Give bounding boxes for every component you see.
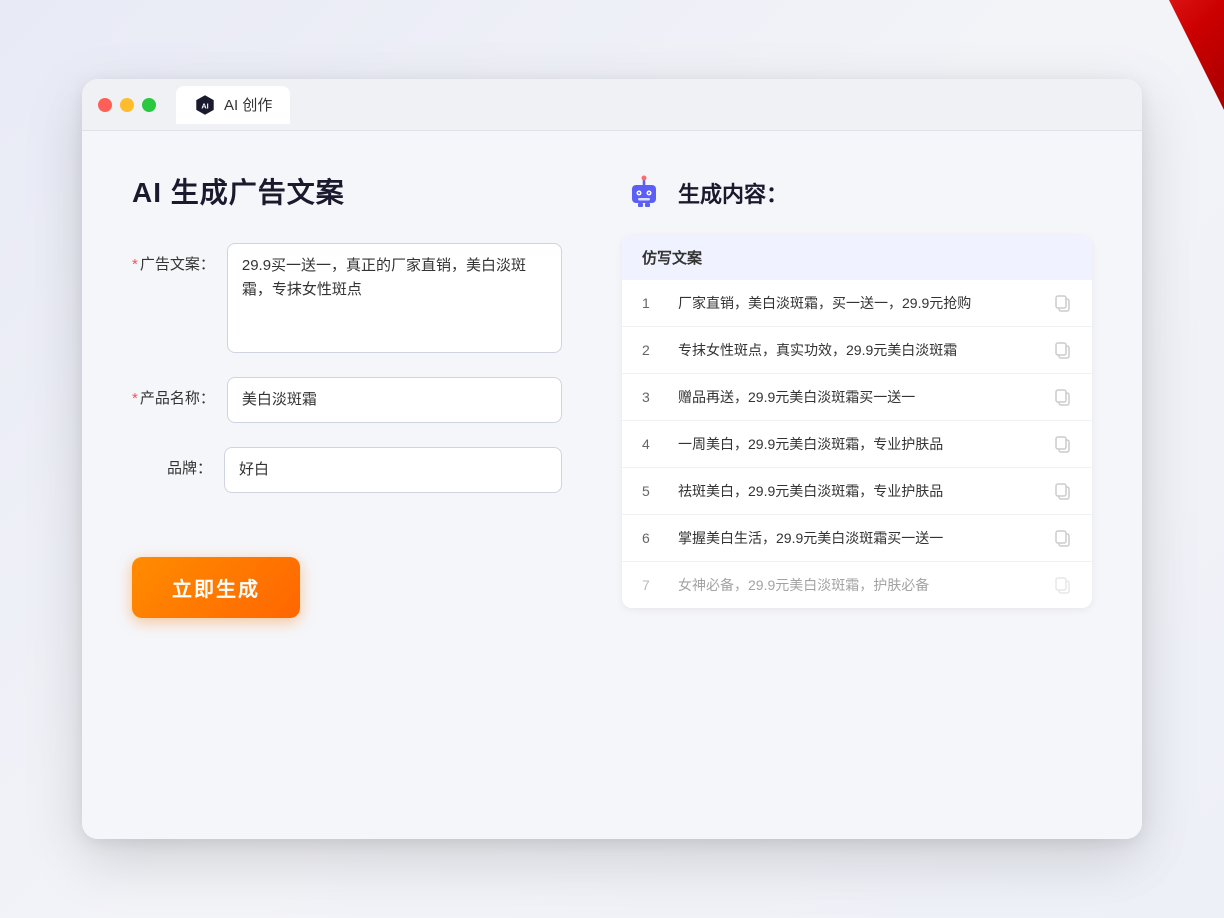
row-text-6: 掌握美白生活，29.9元美白淡斑霜买一送一 (678, 528, 1038, 548)
required-mark-ad-copy: * (132, 256, 138, 273)
result-header: 生成内容： (622, 171, 1092, 215)
row-text-4: 一周美白，29.9元美白淡斑霜，专业护肤品 (678, 434, 1038, 454)
row-num-1: 1 (642, 295, 662, 311)
left-panel: AI 生成广告文案 *广告文案： 29.9买一送一，真正的厂家直销，美白淡斑霜，… (132, 171, 562, 799)
row-text-5: 祛斑美白，29.9元美白淡斑霜，专业护肤品 (678, 481, 1038, 501)
result-row-6: 6 掌握美白生活，29.9元美白淡斑霜买一送一 (622, 515, 1092, 562)
tab-label: AI 创作 (224, 94, 272, 115)
form-row-product-name: *产品名称： (132, 377, 562, 423)
page-title: AI 生成广告文案 (132, 171, 562, 211)
ai-tab-icon: AI (194, 94, 216, 116)
row-num-6: 6 (642, 530, 662, 546)
required-mark-product: * (132, 390, 138, 407)
result-row-3: 3 赠品再送，29.9元美白淡斑霜买一送一 (622, 374, 1092, 421)
close-button[interactable] (98, 98, 112, 112)
label-product-name: *产品名称： (132, 377, 215, 408)
result-row-2: 2 专抹女性斑点，真实功效，29.9元美白淡斑霜 (622, 327, 1092, 374)
row-num-4: 4 (642, 436, 662, 452)
form-row-ad-copy: *广告文案： 29.9买一送一，真正的厂家直销，美白淡斑霜，专抹女性斑点 (132, 243, 562, 353)
titlebar: AI AI 创作 (82, 79, 1142, 131)
label-ad-copy: *广告文案： (132, 243, 215, 274)
copy-icon-2[interactable] (1054, 341, 1072, 359)
main-content: AI 生成广告文案 *广告文案： 29.9买一送一，真正的厂家直销，美白淡斑霜，… (82, 131, 1142, 839)
copy-icon-7[interactable] (1054, 576, 1072, 594)
row-num-2: 2 (642, 342, 662, 358)
result-row-4: 4 一周美白，29.9元美白淡斑霜，专业护肤品 (622, 421, 1092, 468)
label-brand: 品牌： (132, 447, 212, 478)
result-table: 仿写文案 1 厂家直销，美白淡斑霜，买一送一，29.9元抢购 2 专抹女性斑点，… (622, 235, 1092, 608)
copy-icon-4[interactable] (1054, 435, 1072, 453)
form-row-brand: 品牌： (132, 447, 562, 493)
row-text-3: 赠品再送，29.9元美白淡斑霜买一送一 (678, 387, 1038, 407)
result-row-1: 1 厂家直销，美白淡斑霜，买一送一，29.9元抢购 (622, 280, 1092, 327)
copy-icon-3[interactable] (1054, 388, 1072, 406)
input-brand[interactable] (224, 447, 562, 493)
row-text-7: 女神必备，29.9元美白淡斑霜，护肤必备 (678, 575, 1038, 595)
copy-icon-6[interactable] (1054, 529, 1072, 547)
traffic-lights (98, 98, 156, 112)
row-text-1: 厂家直销，美白淡斑霜，买一送一，29.9元抢购 (678, 293, 1038, 313)
textarea-ad-copy[interactable]: 29.9买一送一，真正的厂家直销，美白淡斑霜，专抹女性斑点 (227, 243, 562, 353)
ai-tab[interactable]: AI AI 创作 (176, 86, 290, 124)
svg-text:AI: AI (201, 101, 208, 110)
right-panel: 生成内容： 仿写文案 1 厂家直销，美白淡斑霜，买一送一，29.9元抢购 2 (622, 171, 1092, 799)
copy-icon-5[interactable] (1054, 482, 1072, 500)
copy-icon-1[interactable] (1054, 294, 1072, 312)
result-row-7: 7 女神必备，29.9元美白淡斑霜，护肤必备 (622, 562, 1092, 608)
row-num-3: 3 (642, 389, 662, 405)
generate-button[interactable]: 立即生成 (132, 557, 300, 618)
row-num-7: 7 (642, 577, 662, 593)
result-row-5: 5 祛斑美白，29.9元美白淡斑霜，专业护肤品 (622, 468, 1092, 515)
minimize-button[interactable] (120, 98, 134, 112)
browser-window: AI AI 创作 AI 生成广告文案 *广告文案： 29.9买一送一，真正的厂家… (82, 79, 1142, 839)
row-text-2: 专抹女性斑点，真实功效，29.9元美白淡斑霜 (678, 340, 1038, 360)
input-product-name[interactable] (227, 377, 562, 423)
maximize-button[interactable] (142, 98, 156, 112)
row-num-5: 5 (642, 483, 662, 499)
robot-icon (622, 171, 666, 215)
result-title: 生成内容： (678, 177, 788, 209)
table-header: 仿写文案 (622, 235, 1092, 280)
